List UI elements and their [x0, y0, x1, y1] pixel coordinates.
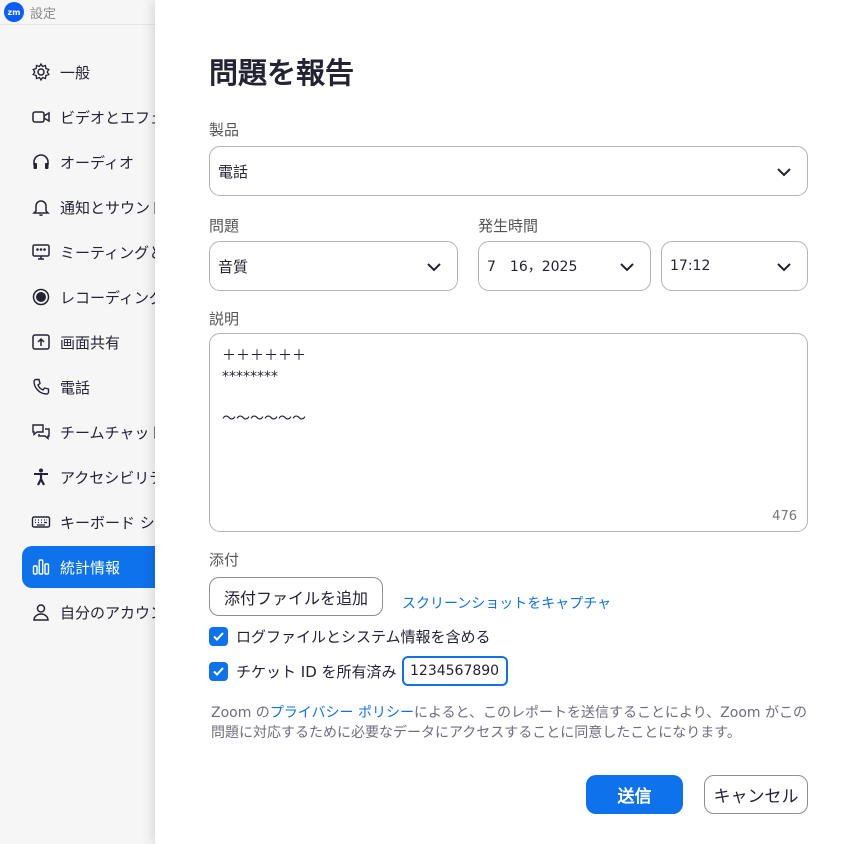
sidebar-item-keyboard-shortcuts[interactable]: キーボード ショートカット	[22, 501, 160, 543]
description-line: ＋＋＋＋＋＋	[222, 348, 306, 364]
date-select[interactable]: 7 16，2025	[478, 241, 651, 291]
sidebar-item-label: 統計情報	[60, 558, 121, 577]
send-button[interactable]: 送信	[586, 775, 683, 814]
chevron-down-icon	[427, 263, 441, 272]
character-counter: 476	[772, 509, 797, 524]
sidebar-item-label: オーディオ	[60, 153, 134, 172]
time-select-value: 17:12	[670, 258, 711, 274]
sidebar-item-recording[interactable]: レコーディング	[22, 276, 160, 318]
zoom-logo-icon: zm	[4, 2, 24, 22]
video-camera-icon	[30, 106, 52, 128]
accessibility-icon	[30, 466, 52, 488]
issue-select[interactable]: 音質	[209, 241, 458, 291]
sidebar-item-phone[interactable]: 電話	[22, 366, 160, 408]
dialog-title: 問題を報告	[209, 56, 355, 90]
sidebar-item-label: 電話	[60, 378, 91, 397]
sidebar-item-video[interactable]: ビデオとエフェクト	[22, 96, 160, 138]
share-screen-icon	[30, 331, 52, 353]
headphones-icon	[30, 151, 52, 173]
person-icon	[30, 601, 52, 623]
issue-label: 問題	[209, 217, 240, 235]
settings-sidebar: 一般 ビデオとエフェクト オーディオ 通知とサウンド ミーティングとウェビナー …	[0, 24, 160, 844]
description-line: ********	[222, 369, 278, 385]
product-label: 製品	[209, 121, 240, 139]
sidebar-item-my-account[interactable]: 自分のアカウント	[22, 591, 160, 633]
description-line: ～～～～～～	[222, 411, 306, 427]
date-select-value: 7 16，2025	[487, 259, 578, 275]
sidebar-item-accessibility[interactable]: アクセシビリティ	[22, 456, 160, 498]
title-bar: zm 設定	[0, 0, 160, 24]
time-select[interactable]: 17:12	[661, 241, 808, 291]
checkmark-icon	[213, 632, 224, 641]
sidebar-item-label: ビデオとエフェクト	[60, 108, 160, 127]
capture-screenshot-link[interactable]: スクリーンショットをキャプチャ	[402, 593, 611, 613]
sidebar-item-label: 通知とサウンド	[60, 198, 160, 217]
attachment-label: 添付	[209, 551, 240, 569]
sidebar-item-label: キーボード ショートカット	[60, 513, 160, 532]
time-label: 発生時間	[478, 217, 539, 235]
ticket-id-row: チケット ID を所有済み	[209, 661, 397, 682]
sidebar-item-notifications[interactable]: 通知とサウンド	[22, 186, 160, 228]
issue-select-value: 音質	[218, 257, 249, 276]
sidebar-item-statistics[interactable]: 統計情報	[22, 546, 160, 588]
cancel-button[interactable]: キャンセル	[704, 775, 808, 814]
chevron-down-icon	[620, 263, 634, 272]
keyboard-icon	[30, 511, 52, 533]
ticket-id-value: 1234567890	[410, 663, 500, 679]
description-line	[222, 388, 795, 409]
sidebar-item-label: 一般	[60, 63, 91, 82]
gear-icon	[30, 61, 52, 83]
chevron-down-icon	[777, 168, 791, 177]
sidebar-item-label: アクセシビリティ	[60, 468, 160, 487]
add-attachment-button[interactable]: 添付ファイルを追加	[209, 577, 383, 616]
window-title: 設定	[30, 6, 57, 22]
include-logs-row: ログファイルとシステム情報を含める	[209, 626, 491, 647]
ticket-id-checkbox[interactable]	[209, 662, 228, 681]
ticket-id-input[interactable]: 1234567890	[402, 656, 508, 686]
privacy-policy-link[interactable]: プライバシー ポリシー	[270, 705, 414, 721]
phone-icon	[30, 376, 52, 398]
product-select[interactable]: 電話	[209, 146, 808, 196]
privacy-notice: Zoom のプライバシー ポリシーによると、このレポートを送信することにより、Z…	[211, 703, 811, 743]
sidebar-item-team-chat[interactable]: チームチャット	[22, 411, 160, 453]
chevron-down-icon	[777, 263, 791, 272]
privacy-prefix: Zoom の	[211, 705, 270, 721]
bell-icon	[30, 196, 52, 218]
report-issue-dialog: 問題を報告 製品 電話 問題 音質 発生時間 7 16，2025 17:12 説…	[155, 0, 862, 844]
include-logs-checkbox[interactable]	[209, 627, 228, 646]
product-select-value: 電話	[218, 162, 249, 181]
sidebar-item-label: 自分のアカウント	[60, 603, 160, 622]
description-textarea[interactable]: ＋＋＋＋＋＋ ******** ～～～～～～ 476	[209, 333, 808, 532]
sidebar-item-meetings[interactable]: ミーティングとウェビナー	[22, 231, 160, 273]
checkmark-icon	[213, 667, 224, 676]
description-label: 説明	[209, 310, 240, 328]
sidebar-item-label: 画面共有	[60, 333, 121, 352]
chat-bubbles-icon	[30, 421, 52, 443]
sidebar-item-label: ミーティングとウェビナー	[60, 243, 160, 262]
record-icon	[30, 286, 52, 308]
include-logs-label: ログファイルとシステム情報を含める	[236, 628, 491, 646]
sidebar-item-share-screen[interactable]: 画面共有	[22, 321, 160, 363]
sidebar-item-label: レコーディング	[60, 288, 160, 307]
meeting-screen-icon	[30, 241, 52, 263]
ticket-id-label: チケット ID を所有済み	[236, 663, 397, 681]
sidebar-item-label: チームチャット	[60, 423, 160, 442]
sidebar-item-general[interactable]: 一般	[22, 51, 160, 93]
bar-chart-icon	[30, 556, 52, 578]
sidebar-item-audio[interactable]: オーディオ	[22, 141, 160, 183]
